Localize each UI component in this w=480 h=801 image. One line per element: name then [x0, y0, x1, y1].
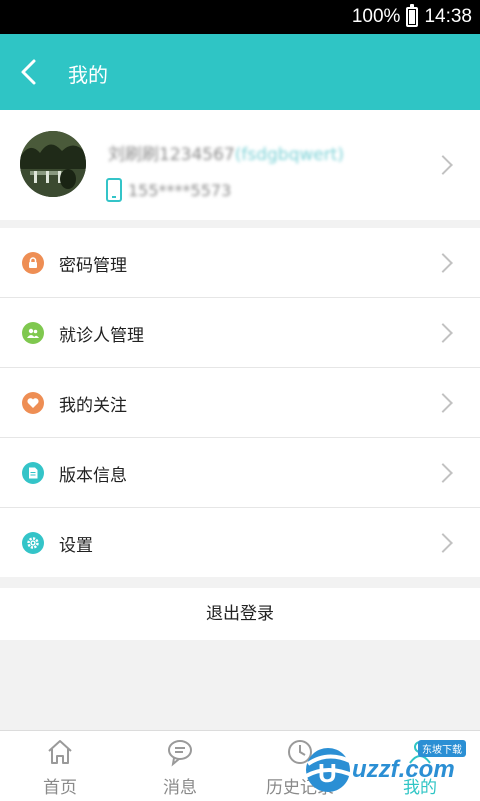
watermark-text: uzzf.com	[352, 756, 455, 783]
back-arrow-icon[interactable]	[16, 58, 44, 86]
battery-percent: 100%	[351, 6, 401, 27]
menu-item-favorites[interactable]: 我的关注	[0, 368, 480, 438]
tab-label: 消息	[163, 778, 197, 798]
menu-item-version[interactable]: 版本信息	[0, 438, 480, 508]
avatar[interactable]	[20, 131, 86, 197]
status-bar-right: 100% 14:38	[352, 4, 472, 30]
phone-icon	[106, 178, 122, 202]
menu-item-label: 设置	[59, 536, 93, 556]
logout-button[interactable]: 退出登录	[0, 588, 480, 640]
tab-messages[interactable]: 消息	[120, 731, 240, 801]
globe-logo-icon: U	[305, 748, 355, 792]
gear-icon	[22, 532, 44, 554]
user-name-secondary: (fsdgbqwert)	[234, 145, 345, 165]
menu-item-password[interactable]: 密码管理	[0, 228, 480, 298]
phone-row: 155****5573	[106, 176, 231, 204]
tab-home[interactable]: 首页	[0, 731, 120, 801]
user-name-primary: 刘刷刷1234567	[108, 145, 235, 165]
lock-icon	[22, 252, 44, 274]
document-icon	[22, 462, 44, 484]
menu-item-settings[interactable]: 设置	[0, 508, 480, 577]
clock: 14:38	[424, 6, 472, 27]
svg-text:U: U	[318, 758, 337, 788]
chevron-right-icon	[433, 323, 453, 343]
chevron-right-icon	[433, 533, 453, 553]
status-bar: 100% 14:38	[0, 0, 480, 34]
watermark-sub: 东坡下载	[418, 740, 466, 757]
home-icon	[48, 740, 72, 764]
chevron-right-icon	[433, 393, 453, 413]
tab-label: 首页	[43, 778, 77, 798]
menu-item-label: 版本信息	[59, 466, 127, 486]
menu-item-label: 就诊人管理	[59, 326, 144, 346]
app-bar: 我的	[0, 34, 480, 110]
page-title: 我的	[68, 63, 108, 87]
menu-item-patients[interactable]: 就诊人管理	[0, 298, 480, 368]
settings-menu: 密码管理 就诊人管理 我的关注 版本信息 设置	[0, 228, 480, 577]
chevron-right-icon	[433, 253, 453, 273]
battery-icon	[406, 4, 419, 27]
user-name: 刘刷刷1234567(fsdgbqwert)	[108, 140, 344, 165]
message-icon	[168, 740, 192, 767]
menu-item-label: 我的关注	[59, 396, 127, 416]
phone-number: 155****5573	[128, 180, 232, 200]
chevron-right-icon	[433, 155, 453, 175]
chevron-right-icon	[433, 463, 453, 483]
people-icon	[22, 322, 44, 344]
heart-icon	[22, 392, 44, 414]
menu-item-label: 密码管理	[59, 256, 127, 276]
watermark-logo: U 东坡下载 uzzf.com	[300, 736, 480, 800]
profile-card[interactable]: 刘刷刷1234567(fsdgbqwert) 155****5573	[0, 110, 480, 220]
